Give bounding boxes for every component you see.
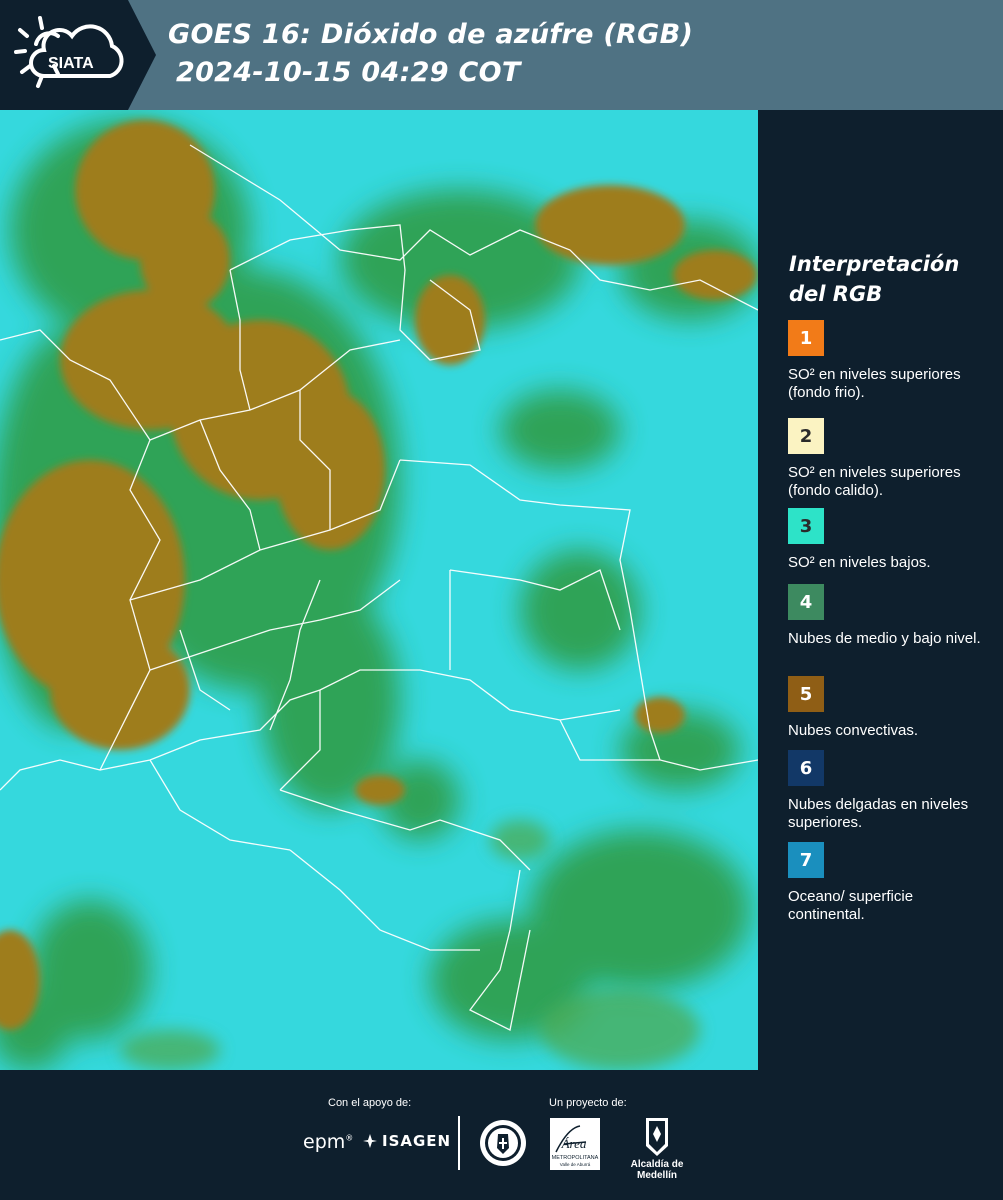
legend-swatch-5: 5	[788, 676, 824, 712]
isagen-mark-icon	[363, 1134, 377, 1148]
logo-arrow-shape	[128, 0, 156, 110]
legend-title: Interpretación del RGB	[789, 252, 960, 306]
legend-number-5: 5	[799, 683, 813, 705]
area-logo-text: Área	[561, 1136, 587, 1151]
legend-item-2: 2 SO² en niveles superiores (fondo calid…	[788, 418, 998, 500]
legend-number-3: 3	[799, 515, 813, 537]
legend-label-1: SO² en niveles superiores (fondo frio).	[788, 366, 961, 401]
satellite-map[interactable]	[0, 110, 758, 1070]
epm-logo[interactable]: epm®	[303, 1131, 353, 1153]
legend-number-2: 2	[799, 425, 813, 447]
legend-label-6: Nubes delgadas en niveles superiores.	[788, 796, 969, 831]
satellite-map-image	[0, 110, 758, 1070]
legend-item-4: 4 Nubes de medio y bajo nivel.	[788, 584, 998, 648]
legend-label-2: SO² en niveles superiores (fondo calido)…	[788, 464, 961, 499]
legend-item-7: 7 Oceano/ superficie continental.	[788, 842, 998, 924]
legend-panel: Interpretación del RGB 1 SO² en niveles …	[762, 110, 1003, 1070]
legend-label-3: SO² en niveles bajos.	[788, 554, 931, 571]
isagen-logo[interactable]: ISAGEN	[362, 1132, 451, 1150]
legend-item-3: 3 SO² en niveles bajos.	[788, 508, 998, 572]
isagen-logo-text: ISAGEN	[382, 1132, 452, 1150]
legend-swatch-6: 6	[788, 750, 824, 786]
alcaldia-medellin-logo[interactable]: Alcaldía de Medellín	[612, 1116, 702, 1181]
legend-swatch-7: 7	[788, 842, 824, 878]
area-logo-subtext: METROPOLITANA	[552, 1155, 599, 1161]
alcaldia-shield-icon	[646, 1118, 668, 1156]
legend-label-7: Oceano/ superficie continental.	[788, 888, 914, 923]
legend-item-1: 1 SO² en niveles superiores (fondo frio)…	[788, 320, 998, 402]
legend-number-1: 1	[799, 327, 813, 349]
legend-swatch-2: 2	[788, 418, 824, 454]
sun-cloud-icon: SIATA	[14, 16, 124, 88]
header-bar: SIATA GOES 16: Dióxido de azúfre (RGB) 2…	[0, 0, 1003, 110]
legend-swatch-3: 3	[788, 508, 824, 544]
area-metropolitana-icon: Área METROPOLITANA Valle de Aburrá	[550, 1118, 600, 1170]
area-logo-subtext-2: Valle de Aburrá	[560, 1162, 591, 1167]
alcaldia-text: Alcaldía de Medellín	[630, 1159, 684, 1181]
legend-swatch-1: 1	[788, 320, 824, 356]
page-title: GOES 16: Dióxido de azúfre (RGB) 2024-10…	[168, 16, 693, 92]
legend-label-4: Nubes de medio y bajo nivel.	[788, 630, 981, 647]
siata-logo[interactable]: SIATA	[0, 0, 128, 110]
epm-logo-text: epm	[303, 1131, 346, 1153]
footer-divider	[458, 1116, 460, 1170]
support-label: Con el apoyo de:	[328, 1097, 412, 1109]
logo-text: SIATA	[48, 55, 94, 72]
page: SIATA GOES 16: Dióxido de azúfre (RGB) 2…	[0, 0, 1003, 1200]
legend-label-5: Nubes convectivas.	[788, 722, 919, 739]
legend-number-4: 4	[799, 591, 813, 613]
title-line-1: GOES 16: Dióxido de azúfre (RGB)	[168, 19, 694, 50]
footer: Con el apoyo de: Un proyecto de: epm® IS…	[0, 1070, 1003, 1200]
legend-item-6: 6 Nubes delgadas en niveles superiores.	[788, 750, 998, 832]
legend-number-6: 6	[799, 757, 813, 779]
legend-swatch-4: 4	[788, 584, 824, 620]
project-label: Un proyecto de:	[549, 1097, 627, 1109]
legend-number-7: 7	[799, 849, 813, 871]
title-line-2: 2024-10-15 04:29 COT	[176, 57, 521, 88]
medellin-seal-icon[interactable]	[478, 1118, 528, 1168]
area-metropolitana-logo[interactable]: Área METROPOLITANA Valle de Aburrá	[550, 1118, 600, 1170]
legend-item-5: 5 Nubes convectivas.	[788, 676, 998, 740]
